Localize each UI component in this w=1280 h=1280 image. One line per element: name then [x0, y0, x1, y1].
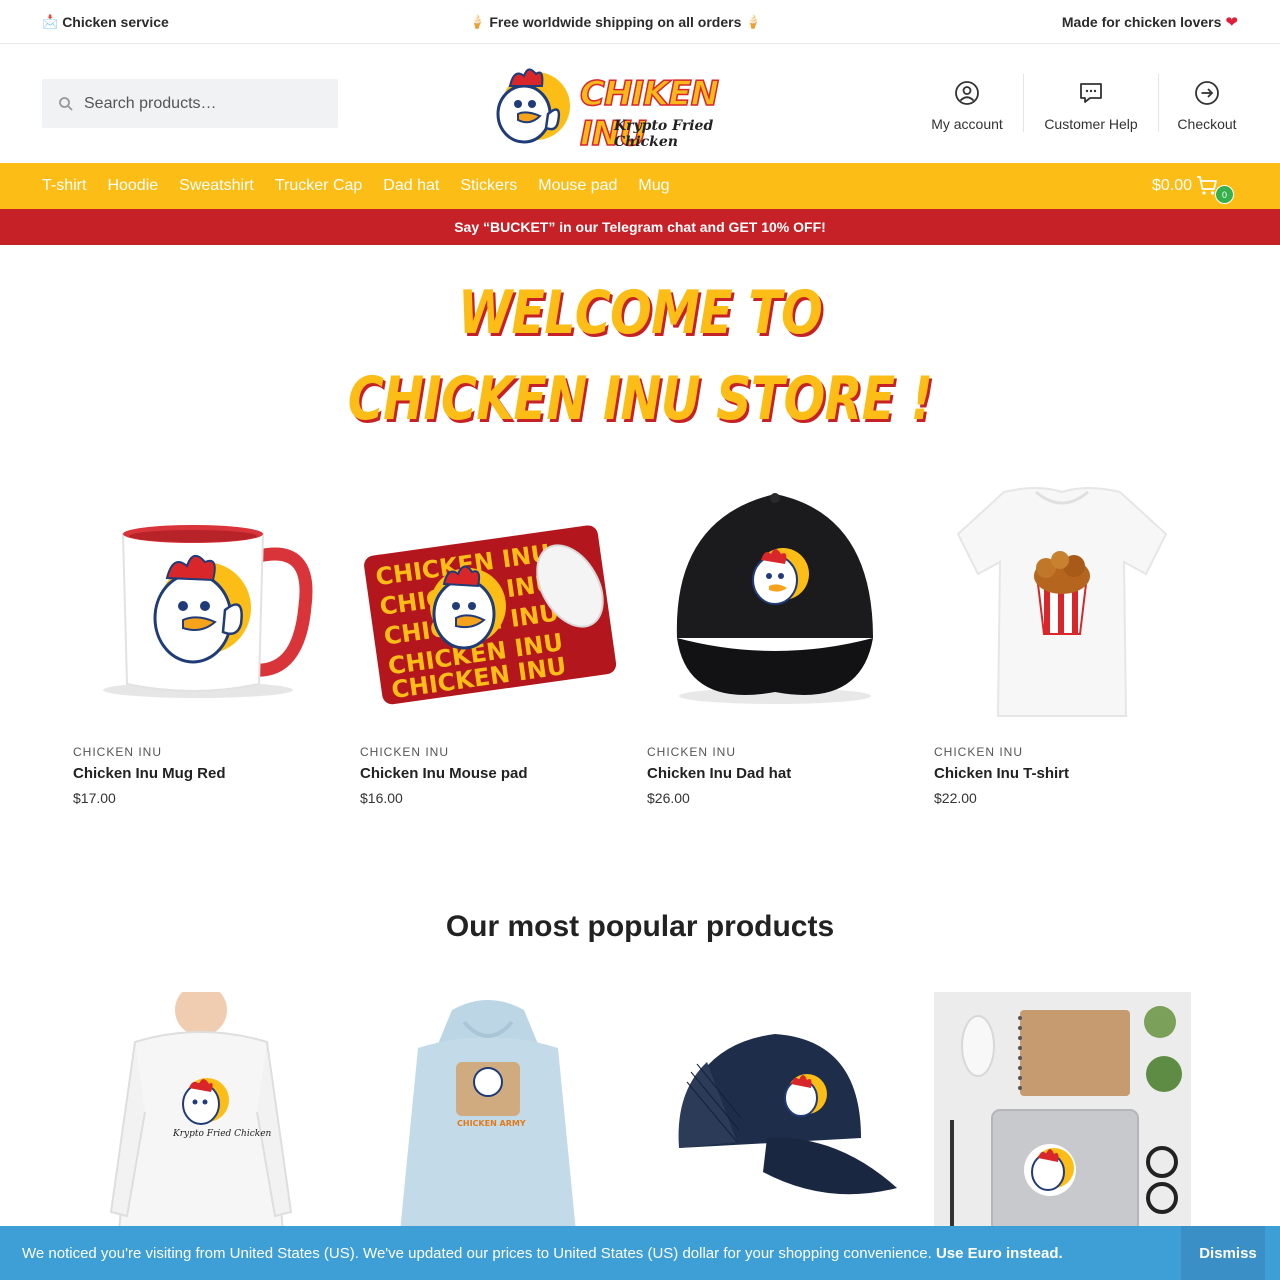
nav-item-tshirt[interactable]: T-shirt	[42, 177, 86, 195]
nav-item-stickers[interactable]: Stickers	[460, 177, 517, 195]
cart-count-badge: 0	[1215, 185, 1234, 204]
hero-line-2: Chicken Inu Store !	[347, 364, 933, 434]
product-card[interactable]: CHICKEN INU Chicken Inu T-shirt $22.00	[934, 478, 1191, 806]
currency-notice: We noticed you're visiting from United S…	[0, 1226, 1280, 1280]
my-account-label: My account	[931, 116, 1003, 132]
category-nav: T-shirt Hoodie Sweatshirt Trucker Cap Da…	[0, 163, 1280, 209]
trucker-cap-image[interactable]	[647, 992, 904, 1237]
logo-subtitle: Krypto Fried Chicken	[614, 118, 714, 150]
product-title[interactable]: Chicken Inu T-shirt	[934, 765, 1191, 782]
product-price: $16.00	[360, 790, 403, 806]
cart-total: $0.00	[1151, 177, 1192, 194]
dadhat-image[interactable]	[647, 478, 904, 723]
made-for-lovers-label: Made for chicken lovers	[1061, 13, 1222, 30]
nav-item-mouse-pad[interactable]: Mouse pad	[538, 177, 617, 195]
nav-item-sweatshirt[interactable]: Sweatshirt	[179, 177, 254, 195]
popular-products: Krypto Fried Chicken CHICKEN ARMY	[73, 984, 1191, 1237]
heart-icon: ❤	[1225, 13, 1238, 31]
search-icon	[59, 96, 73, 111]
search-bar[interactable]	[42, 79, 338, 128]
product-price: $22.00	[934, 790, 977, 806]
product-card[interactable]: CHICKEN ARMY	[360, 992, 617, 1237]
envelope-icon: 📩	[42, 13, 59, 29]
currency-notice-message: We noticed you're visiting from United S…	[0, 1245, 1181, 1262]
product-price: $17.00	[73, 790, 116, 806]
shipping-notice: 🍦 Free worldwide shipping on all orders …	[469, 14, 761, 30]
sweatshirt-image[interactable]: Krypto Fried Chicken	[73, 984, 330, 1237]
hoodie-image[interactable]: CHICKEN ARMY	[360, 992, 617, 1237]
stickers-image[interactable]	[934, 992, 1191, 1237]
nav-item-trucker-cap[interactable]: Trucker Cap	[275, 177, 362, 195]
nav-item-hoodie[interactable]: Hoodie	[107, 177, 158, 195]
top-bar: 📩 Chicken service 🍦 Free worldwide shipp…	[0, 0, 1280, 44]
product-card[interactable]: CHICKEN INU CHICKEN INU CHICKEN INU CHIC…	[360, 478, 617, 806]
product-brand: CHICKEN INU	[360, 745, 450, 759]
hoodie-print: CHICKEN ARMY	[457, 1119, 526, 1128]
arrow-circle-right-icon	[1195, 81, 1219, 105]
mousepad-image[interactable]: CHICKEN INU CHICKEN INU CHICKEN INU CHIC…	[360, 478, 617, 723]
shipping-notice-label: Free worldwide shipping on all orders	[489, 13, 742, 30]
chicken-mascot-logo	[496, 68, 570, 144]
user-circle-icon	[955, 81, 979, 105]
made-for-lovers: Made for chicken lovers ❤	[1062, 13, 1238, 31]
product-price: $26.00	[647, 790, 690, 806]
divider	[1023, 74, 1024, 132]
search-input[interactable]	[84, 94, 314, 113]
popular-products-heading: Our most popular products	[445, 910, 835, 943]
product-brand: CHICKEN INU	[934, 745, 1024, 759]
site-header: CHIKEN INU Krypto Fried Chicken My accou…	[0, 44, 1280, 162]
product-title[interactable]: Chicken Inu Mouse pad	[360, 765, 617, 782]
promo-text: Say “BUCKET” in our Telegram chat and GE…	[454, 219, 826, 235]
hero-line-1: Welcome to	[457, 278, 823, 348]
header-actions: My account Customer Help Checkout	[928, 74, 1238, 132]
chicken-service-link[interactable]: 📩 Chicken service	[42, 14, 169, 30]
product-card[interactable]: CHICKEN INU Chicken Inu Dad hat $26.00	[647, 478, 904, 806]
ice-cream-icon: 🍦	[745, 13, 762, 29]
chicken-service-label: Chicken service	[62, 13, 169, 30]
divider	[1158, 74, 1159, 132]
cart-button[interactable]: $0.00 0	[1151, 175, 1234, 204]
product-brand: CHICKEN INU	[647, 745, 737, 759]
my-account-link[interactable]: My account	[928, 74, 1006, 132]
tshirt-image[interactable]	[934, 478, 1191, 723]
nav-item-mug[interactable]: Mug	[638, 177, 669, 195]
dismiss-button[interactable]: Dismiss	[1181, 1226, 1265, 1280]
checkout-label: Checkout	[1177, 116, 1237, 132]
product-brand: CHICKEN INU	[73, 745, 163, 759]
product-title[interactable]: Chicken Inu Mug Red	[73, 765, 330, 782]
product-card[interactable]	[934, 992, 1191, 1237]
mug-image[interactable]	[73, 478, 330, 723]
currency-notice-text: We noticed you're visiting from United S…	[22, 1244, 932, 1262]
site-logo[interactable]: CHIKEN INU Krypto Fried Chicken	[490, 62, 780, 155]
product-card[interactable]	[647, 992, 904, 1237]
product-title[interactable]: Chicken Inu Dad hat	[647, 765, 904, 782]
promo-banner: Say “BUCKET” in our Telegram chat and GE…	[0, 209, 1280, 245]
hero-heading: Welcome to Chicken Inu Store !	[0, 270, 1280, 442]
customer-help-link[interactable]: Customer Help	[1041, 74, 1141, 132]
ice-cream-icon: 🍦	[469, 13, 486, 29]
nav-item-dad-hat[interactable]: Dad hat	[383, 177, 439, 195]
product-card[interactable]: CHICKEN INU Chicken Inu Mug Red $17.00	[73, 478, 330, 806]
product-card[interactable]: Krypto Fried Chicken	[73, 984, 330, 1237]
customer-help-label: Customer Help	[1044, 116, 1138, 132]
checkout-link[interactable]: Checkout	[1176, 74, 1238, 132]
featured-products: CHICKEN INU Chicken Inu Mug Red $17.00 C…	[73, 478, 1191, 806]
sweatshirt-print: Krypto Fried Chicken	[172, 1129, 272, 1139]
chat-bubble-icon	[1080, 83, 1102, 103]
use-euro-link[interactable]: Use Euro instead.	[936, 1245, 1063, 1262]
